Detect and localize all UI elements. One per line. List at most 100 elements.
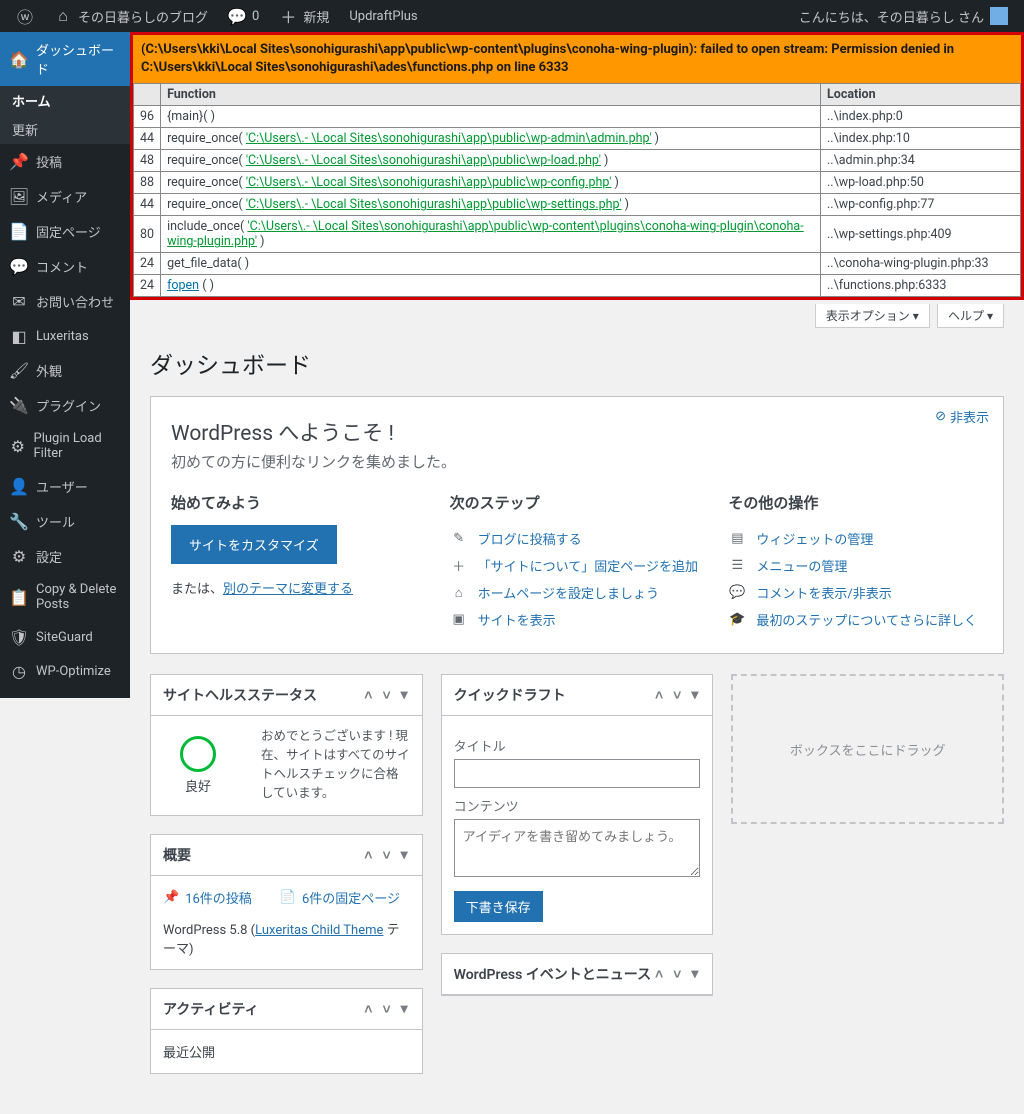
welcome-item-icon: 🎓: [728, 612, 746, 627]
welcome-link[interactable]: ブログに投稿する: [478, 529, 582, 548]
glance-posts-link[interactable]: 📌16件の投稿: [163, 888, 252, 907]
trace-row: 80include_once( 'C:\Users\‪‪.- \Local Si…: [134, 216, 1021, 253]
caret-icon[interactable]: ▾: [689, 966, 700, 983]
comments-link[interactable]: 💬0: [220, 0, 267, 32]
path-link[interactable]: 'C:\Users\‪‪.- \Local Sites\sonohigurash…: [246, 153, 601, 168]
th-function: Function: [161, 84, 821, 106]
sidebar-item-dashboard[interactable]: 🏠 ダッシュボード: [0, 32, 130, 86]
dismiss-icon: ⊘: [935, 409, 946, 424]
chevron-up-icon[interactable]: ˄: [362, 687, 374, 704]
welcome-link[interactable]: サイトを表示: [478, 610, 556, 629]
page-title: ダッシュボード: [150, 346, 1004, 380]
th-location: Location: [821, 84, 1021, 106]
welcome-item-icon: ⌂: [450, 585, 468, 601]
sidebar-item-5[interactable]: ◧Luxeritas: [0, 319, 130, 353]
change-theme-link[interactable]: 別のテーマに変更する: [223, 582, 353, 597]
welcome-col-next: 次のステップ ✎ブログに投稿する＋「サイトについて」固定ページを追加⌂ホームペー…: [450, 492, 705, 633]
menu-icon: ⚙: [10, 437, 26, 455]
path-link[interactable]: 'C:\Users\‪‪.- \Local Sites\sonohigurash…: [167, 219, 804, 249]
updraftplus-link[interactable]: UpdraftPlus: [341, 0, 425, 32]
chevron-down-icon[interactable]: ˅: [380, 847, 392, 864]
welcome-link[interactable]: ウィジェットの管理: [756, 529, 873, 548]
welcome-dismiss[interactable]: ⊘非表示: [935, 407, 989, 426]
sidebar-item-7[interactable]: 🔌プラグイン: [0, 388, 130, 423]
menu-icon: 📋: [10, 588, 28, 606]
user-greeting[interactable]: こんにちは、その日暮らし さん: [791, 0, 1016, 32]
theme-link[interactable]: Luxeritas Child Theme: [255, 923, 383, 938]
page-icon: 📄: [280, 890, 296, 905]
chevron-up-icon[interactable]: ˄: [362, 1001, 374, 1018]
welcome-link[interactable]: ホームページを設定しましょう: [478, 583, 659, 602]
path-link[interactable]: 'C:\Users\‪‪.- \Local Sites\sonohigurash…: [246, 131, 652, 146]
welcome-item-icon: ＋: [450, 556, 468, 575]
stack-trace-table: Function Location 96{main}( )..\index.ph…: [133, 83, 1021, 297]
chevron-down-icon[interactable]: ˅: [671, 687, 683, 704]
caret-icon[interactable]: ▾: [399, 687, 410, 704]
welcome-col-start: 始めてみよう サイトをカスタマイズ または、別のテーマに変更する: [171, 492, 426, 633]
sidebar-item-6[interactable]: 🖌外観: [0, 353, 130, 388]
welcome-link[interactable]: コメントを表示/非表示: [756, 583, 891, 602]
admin-sidebar: 🏠 ダッシュボード ホーム 更新 📌投稿🖼メディア📄固定ページ💬コメント✉お問い…: [0, 32, 130, 698]
health-indicator-icon: [180, 736, 216, 772]
chevron-up-icon[interactable]: ˄: [362, 847, 374, 864]
plus-icon: ＋: [279, 7, 297, 25]
path-link[interactable]: 'C:\Users\‪‪.- \Local Sites\sonohigurash…: [246, 197, 622, 212]
welcome-panel: ⊘非表示 WordPress へようこそ ! 初めての方に便利なリンクを集めまし…: [150, 396, 1004, 654]
qd-save-button[interactable]: 下書き保存: [454, 891, 543, 922]
chevron-down-icon[interactable]: ˅: [380, 1001, 392, 1018]
qd-title-label: タイトル: [454, 736, 701, 755]
menu-icon: ✉: [10, 293, 28, 311]
sidebar-item-1[interactable]: 🖼メディア: [0, 179, 130, 214]
site-name-link[interactable]: ⌂その日暮らしのブログ: [46, 0, 216, 32]
sidebar-item-3[interactable]: 💬コメント: [0, 249, 130, 284]
sidebar-item-14[interactable]: ◷WP-Optimize: [0, 654, 130, 688]
trace-row: 24fopen ( )..\functions.php:6333: [134, 275, 1021, 297]
chevron-down-icon[interactable]: ˅: [380, 687, 392, 704]
menu-icon: 🔌: [10, 397, 28, 415]
new-content-link[interactable]: ＋新規: [271, 0, 337, 32]
qd-content-textarea[interactable]: [454, 819, 701, 877]
sidebar-item-13[interactable]: 🛡SiteGuard: [0, 620, 130, 654]
widget-activity: アクティビティ˄˅▾ 最近公開: [150, 988, 423, 1074]
php-error-banner: (C:\Users\kki\Local Sites\sonohigurashi\…: [133, 35, 1021, 83]
chevron-up-icon[interactable]: ˄: [653, 687, 665, 704]
menu-icon: 📄: [10, 223, 28, 241]
sidebar-item-2[interactable]: 📄固定ページ: [0, 214, 130, 249]
path-link[interactable]: 'C:\Users\‪‪.- \Local Sites\sonohigurash…: [246, 175, 612, 190]
welcome-link[interactable]: 最初のステップについてさらに詳しく: [756, 610, 977, 629]
sidebar-item-0[interactable]: 📌投稿: [0, 144, 130, 179]
sidebar-subitem-updates[interactable]: 更新: [0, 115, 130, 144]
screen-options-tab[interactable]: 表示オプション ▾: [815, 304, 930, 328]
fn-link[interactable]: fopen: [167, 278, 199, 293]
caret-icon[interactable]: ▾: [399, 1001, 410, 1018]
qd-title-input[interactable]: [454, 759, 701, 788]
caret-icon[interactable]: ▾: [399, 847, 410, 864]
health-message: おめでとうございます ! 現在、サイトはすべてのサイトヘルスチェックに合格してい…: [261, 728, 410, 803]
trace-row: 96{main}( )..\index.php:0: [134, 106, 1021, 128]
chevron-down-icon[interactable]: ˅: [671, 966, 683, 983]
sidebar-item-11[interactable]: ⚙設定: [0, 539, 130, 574]
sidebar-subitem-home[interactable]: ホーム: [0, 86, 130, 115]
widget-quick-draft: クイックドラフト˄˅▾ タイトル コンテンツ 下書き保存: [441, 674, 714, 935]
sidebar-item-12[interactable]: 📋Copy & Delete Posts: [0, 574, 130, 620]
menu-icon: 🛡: [10, 628, 28, 646]
welcome-link[interactable]: 「サイトについて」固定ページを追加: [478, 556, 698, 575]
site-title: その日暮らしのブログ: [78, 7, 208, 26]
sidebar-item-9[interactable]: 👤ユーザー: [0, 469, 130, 504]
wp-logo[interactable]: ⓦ: [8, 0, 42, 32]
glance-pages-link[interactable]: 📄6件の固定ページ: [280, 888, 400, 907]
widget-dropzone[interactable]: ボックスをここにドラッグ: [731, 674, 1004, 824]
trace-row: 48require_once( 'C:\Users\‪‪.- \Local Si…: [134, 150, 1021, 172]
help-tab[interactable]: ヘルプ ▾: [937, 304, 1004, 328]
sidebar-item-10[interactable]: 🔧ツール: [0, 504, 130, 539]
welcome-item-icon: ▣: [450, 612, 468, 627]
dashboard-icon: 🏠: [10, 50, 28, 68]
sidebar-item-8[interactable]: ⚙Plugin Load Filter: [0, 423, 130, 469]
caret-icon[interactable]: ▾: [689, 687, 700, 704]
customize-site-button[interactable]: サイトをカスタマイズ: [171, 525, 337, 564]
sidebar-item-15[interactable]: ◐ConoHa WING: [0, 688, 130, 698]
chevron-up-icon[interactable]: ˄: [653, 966, 665, 983]
sidebar-item-4[interactable]: ✉お問い合わせ: [0, 284, 130, 319]
welcome-link[interactable]: メニューの管理: [756, 556, 847, 575]
menu-icon: 🖌: [10, 362, 28, 380]
